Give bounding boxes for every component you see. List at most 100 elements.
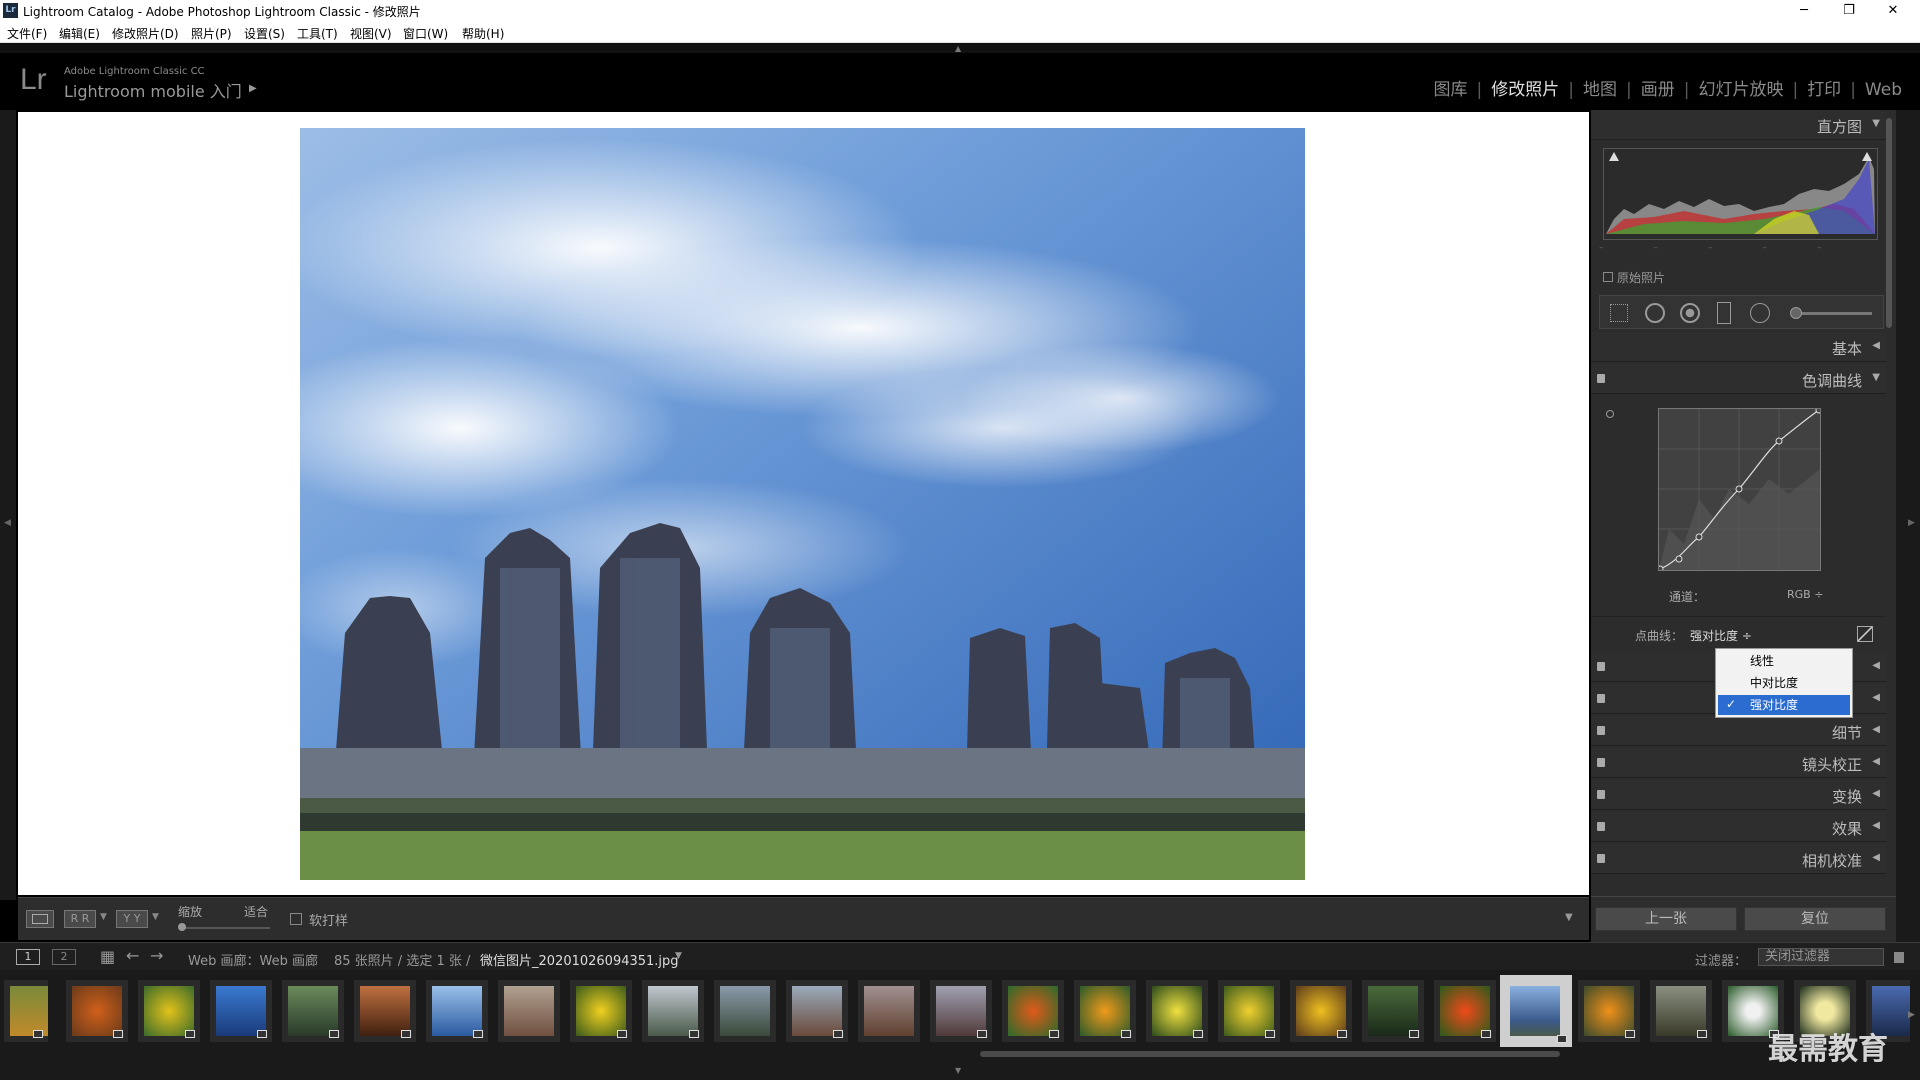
filmstrip-thumb[interactable] (714, 980, 776, 1042)
tone-curve-header[interactable]: 色调曲线 ▼ (1591, 364, 1886, 394)
before-after-button[interactable]: R R (64, 910, 96, 928)
module-library[interactable]: 图库 (1434, 75, 1468, 100)
filmstrip-thumb-selected[interactable] (1500, 975, 1572, 1047)
dropdown-option-strong-contrast[interactable]: 强对比度 (1718, 695, 1850, 715)
filmstrip-thumb[interactable] (1002, 980, 1064, 1042)
dropdown-option-linear[interactable]: 线性 (1718, 651, 1850, 671)
histogram-header[interactable]: 直方图 ▼ (1591, 110, 1886, 140)
brush-icon[interactable] (1790, 307, 1802, 319)
brand-main[interactable]: Lightroom mobile 入门 (64, 78, 242, 102)
collapse-left-icon[interactable]: ◀ (1872, 340, 1880, 351)
collapse-left-icon[interactable]: ◀ (1872, 852, 1880, 863)
module-book[interactable]: 画册 (1641, 75, 1675, 100)
collapse-down-icon[interactable]: ▼ (955, 1066, 961, 1075)
right-panel-scrollbar[interactable] (1886, 118, 1892, 328)
dropdown-option-medium-contrast[interactable]: 中对比度 (1718, 673, 1850, 693)
filmstrip-thumb[interactable] (282, 980, 344, 1042)
lock-icon[interactable] (1894, 952, 1904, 963)
collapse-left-icon[interactable]: ◀ (1872, 820, 1880, 831)
close-icon[interactable]: ✕ (1873, 1, 1913, 21)
grid-icon[interactable]: ▦ (100, 947, 115, 966)
expand-left-icon[interactable]: ◀ (4, 518, 11, 528)
selected-filename[interactable]: 微信图片_20201026094351.jpg (480, 950, 679, 969)
target-adjust-icon[interactable] (1606, 410, 1614, 418)
main-photo[interactable] (300, 128, 1305, 880)
filmstrip-thumb[interactable] (354, 980, 416, 1042)
original-photo-checkbox[interactable] (1603, 272, 1613, 282)
restore-icon[interactable]: ❐ (1829, 1, 1869, 21)
panel-switch-icon[interactable] (1597, 662, 1605, 671)
filmstrip-thumb[interactable] (1362, 980, 1424, 1042)
basic-header[interactable]: 基本 ◀ (1591, 332, 1886, 362)
module-develop[interactable]: 修改照片 (1491, 75, 1559, 100)
menu-window[interactable]: 窗口(W) (403, 25, 448, 42)
collapse-left-icon[interactable]: ◀ (1872, 788, 1880, 799)
filmstrip-thumb[interactable] (1290, 980, 1352, 1042)
point-curve-select[interactable]: 强对比度 ÷ (1690, 627, 1752, 644)
menu-develop[interactable]: 修改照片(D) (112, 25, 179, 42)
collapse-left-icon[interactable]: ◀ (1872, 692, 1880, 703)
filmstrip-thumb[interactable] (1074, 980, 1136, 1042)
menu-tools[interactable]: 工具(T) (297, 25, 338, 42)
zoom-slider-handle[interactable] (178, 923, 186, 931)
filmstrip-thumb[interactable] (210, 980, 272, 1042)
filmstrip-thumb[interactable] (930, 980, 992, 1042)
chevron-down-icon[interactable]: ▼ (100, 912, 107, 922)
panel-switch-icon[interactable] (1597, 790, 1605, 799)
panel-switch-icon[interactable] (1597, 758, 1605, 767)
right-panel-toggle[interactable]: ▶ (1896, 110, 1920, 942)
panel-switch-icon[interactable] (1597, 374, 1605, 383)
crop-tool-icon[interactable] (1610, 304, 1628, 322)
back-arrow-icon[interactable]: ← (126, 946, 139, 965)
transform-header[interactable]: 变换 ◀ (1591, 780, 1886, 810)
menu-file[interactable]: 文件(F) (7, 25, 47, 42)
filmstrip-thumb[interactable] (138, 980, 200, 1042)
module-print[interactable]: 打印 (1807, 75, 1841, 100)
panel-switch-icon[interactable] (1597, 822, 1605, 831)
second-screen-button[interactable]: 2 (52, 949, 76, 965)
loupe-view-button[interactable] (26, 910, 54, 928)
filmstrip-scrollbar[interactable] (980, 1051, 1560, 1057)
toolbar-menu-chevron-icon[interactable]: ▼ (1565, 912, 1573, 923)
lens-correction-header[interactable]: 镜头校正 ◀ (1591, 748, 1886, 778)
filmstrip-thumb[interactable] (66, 980, 128, 1042)
left-panel-toggle[interactable]: ◀ (0, 110, 16, 900)
forward-arrow-icon[interactable]: → (150, 946, 163, 965)
panel-switch-icon[interactable] (1597, 854, 1605, 863)
brush-slider[interactable] (1792, 312, 1872, 315)
channel-select[interactable]: RGB ÷ (1787, 588, 1823, 601)
filmstrip-thumb[interactable] (786, 980, 848, 1042)
softproof-checkbox[interactable] (290, 913, 302, 925)
menu-photo[interactable]: 照片(P) (191, 25, 232, 42)
menu-help[interactable]: 帮助(H) (462, 25, 504, 42)
source-label[interactable]: Web 画廊：Web 画廊 (188, 950, 318, 969)
graduated-filter-icon[interactable] (1717, 302, 1731, 324)
chevron-down-icon[interactable]: ▼ (675, 951, 682, 961)
reset-button[interactable]: 复位 (1744, 907, 1886, 931)
filmstrip-thumb[interactable] (642, 980, 704, 1042)
filmstrip-thumb[interactable] (498, 980, 560, 1042)
filmstrip-thumb[interactable] (1578, 980, 1640, 1042)
effects-header[interactable]: 效果 ◀ (1591, 812, 1886, 842)
detail-header[interactable]: 细节 ◀ (1591, 716, 1886, 746)
menu-settings[interactable]: 设置(S) (244, 25, 285, 42)
collapse-right-icon[interactable]: ▶ (1908, 518, 1915, 528)
module-web[interactable]: Web (1865, 80, 1902, 100)
filter-select[interactable]: 关闭过滤器 (1758, 948, 1884, 966)
previous-button[interactable]: 上一张 (1595, 907, 1737, 931)
filmstrip-thumb[interactable] (1146, 980, 1208, 1042)
edit-point-curve-icon[interactable] (1857, 626, 1873, 642)
collapse-left-icon[interactable]: ◀ (1872, 724, 1880, 735)
camera-calibration-header[interactable]: 相机校准 ◀ (1591, 844, 1886, 874)
chevron-down-icon[interactable]: ▼ (152, 912, 159, 922)
tone-curve-graph[interactable] (1656, 406, 1823, 573)
collapse-down-icon[interactable]: ▼ (1872, 372, 1880, 383)
spot-removal-icon[interactable] (1645, 303, 1665, 323)
play-icon[interactable]: ▶ (249, 83, 257, 94)
minimize-icon[interactable]: ─ (1784, 1, 1824, 21)
panel-switch-icon[interactable] (1597, 726, 1605, 735)
radial-filter-icon[interactable] (1750, 303, 1770, 323)
menu-edit[interactable]: 编辑(E) (59, 25, 100, 42)
collapse-left-icon[interactable]: ◀ (1872, 660, 1880, 671)
red-eye-icon[interactable] (1680, 303, 1700, 323)
